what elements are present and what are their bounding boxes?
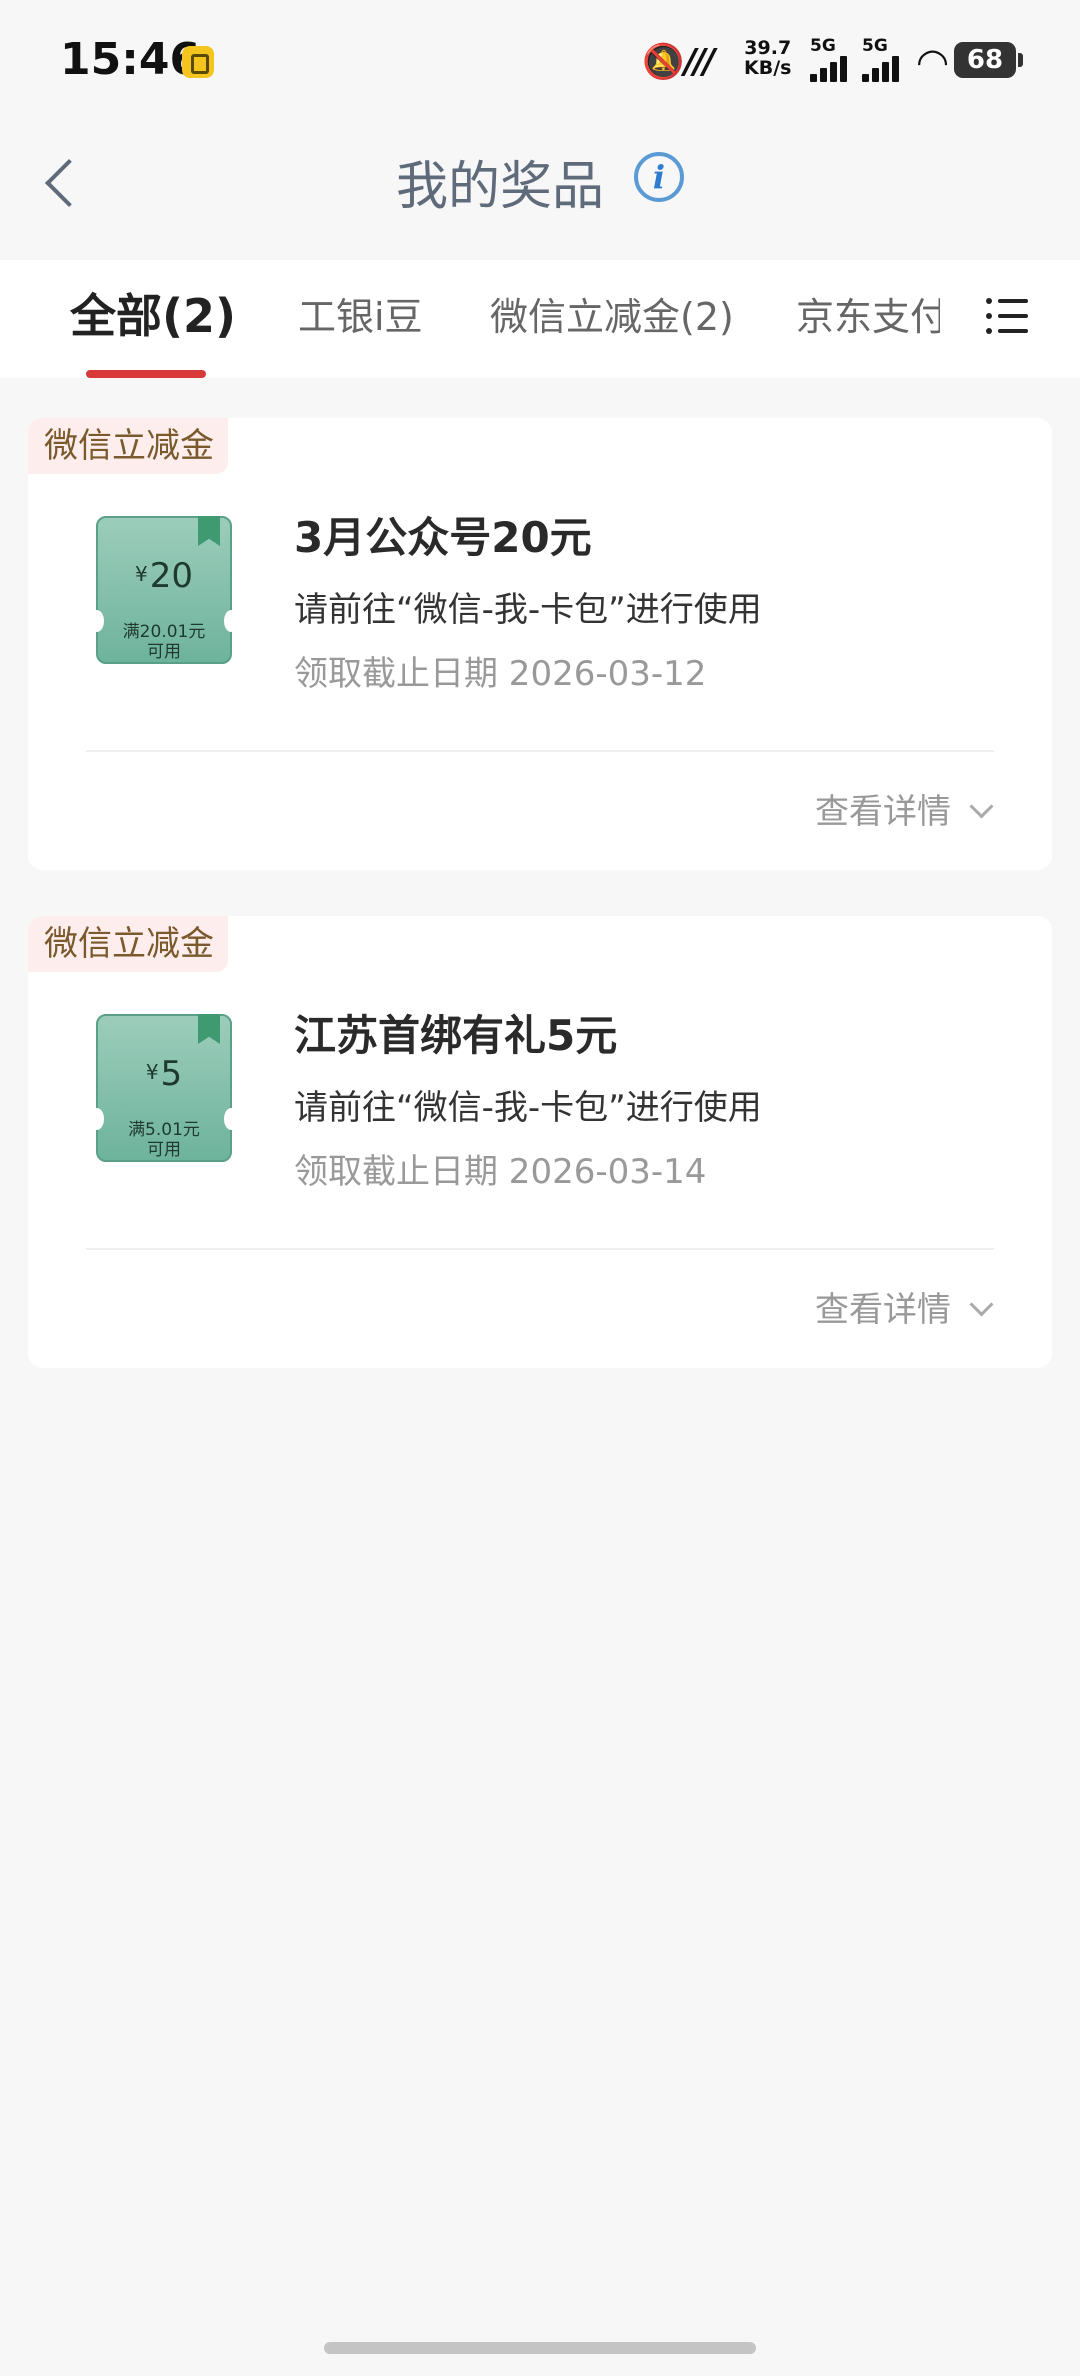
view-details-button[interactable]: 查看详情: [815, 1282, 994, 1331]
view-details-button[interactable]: 查看详情: [815, 784, 994, 833]
coupon-currency: ¥: [145, 1060, 159, 1084]
prize-type-tag: 微信立减金: [28, 916, 228, 972]
status-time: 15:46: [60, 34, 201, 85]
bell-muted-icon: 🔕: [642, 42, 685, 82]
prize-card: 微信立减金 ¥5 满5.01元 可用 江苏首绑有礼5元 请前往“微信-我-卡包”进…: [28, 916, 1052, 1368]
view-details-label: 查看详情: [815, 792, 951, 832]
divider: [86, 1248, 994, 1250]
prize-title: 3月公众号20元: [294, 513, 592, 562]
coupon-currency: ¥: [135, 562, 148, 586]
tab-icbc-beans[interactable]: 工银i豆: [298, 286, 423, 341]
hd-icon: ///: [684, 42, 715, 82]
coupon-icon: ¥20 满20.01元 可用: [90, 516, 238, 664]
divider: [86, 750, 994, 752]
signal-1-label: 5G: [810, 36, 836, 56]
coupon-condition-line1: 满5.01元: [128, 1120, 200, 1140]
coupon-condition-line2: 可用: [147, 642, 181, 662]
info-icon[interactable]: i: [634, 152, 684, 202]
category-tabs: 全部(2) 工银i豆 微信立减金(2) 京东支付: [0, 260, 1080, 378]
active-tab-indicator: [86, 370, 206, 378]
app-header: 我的奖品 i: [0, 110, 1080, 260]
coupon-condition-line1: 满20.01元: [122, 622, 206, 642]
chevron-down-icon: [969, 1292, 994, 1317]
battery-icon: 68: [954, 42, 1023, 78]
ribbon-icon: [198, 1014, 220, 1044]
coupon-amount: ¥20: [98, 556, 230, 596]
ribbon-icon: [198, 516, 220, 546]
status-bar: 15:46 🔕 /// 39.7 KB/s 5G 5G ◠ 68: [0, 0, 1080, 110]
network-speed: 39.7 KB/s: [744, 38, 791, 78]
chevron-down-icon: [969, 794, 994, 819]
prize-description: 请前往“微信-我-卡包”进行使用: [294, 590, 762, 630]
tab-wechat-discount[interactable]: 微信立减金(2): [490, 286, 734, 341]
prize-deadline: 领取截止日期 2026-03-12: [294, 654, 707, 694]
coupon-amount-value: 5: [160, 1054, 183, 1094]
prize-card: 微信立减金 ¥20 满20.01元 可用 3月公众号20元 请前往“微信-我-卡包…: [28, 418, 1052, 870]
coupon-condition-line2: 可用: [147, 1140, 181, 1160]
signal-2-label: 5G: [862, 36, 888, 56]
prize-description: 请前往“微信-我-卡包”进行使用: [294, 1088, 762, 1128]
network-speed-value: 39.7: [744, 37, 792, 59]
home-indicator[interactable]: [324, 2342, 756, 2354]
coupon-icon: ¥5 满5.01元 可用: [90, 1014, 238, 1162]
tab-jd-pay[interactable]: 京东支付: [796, 286, 940, 341]
view-details-label: 查看详情: [815, 1290, 951, 1330]
tab-all[interactable]: 全部(2): [70, 280, 236, 346]
app-notification-icon: [182, 46, 214, 78]
page-title-wrap: 我的奖品 i: [0, 144, 1080, 219]
prize-deadline: 领取截止日期 2026-03-14: [294, 1152, 707, 1192]
prize-title: 江苏首绑有礼5元: [294, 1011, 618, 1060]
coupon-amount: ¥5: [98, 1054, 230, 1094]
wifi-icon: ◠: [916, 40, 950, 84]
coupon-condition: 满20.01元 可用: [98, 622, 230, 662]
page-title: 我的奖品: [395, 157, 604, 217]
coupon-condition: 满5.01元 可用: [98, 1120, 230, 1160]
menu-list-icon[interactable]: [986, 296, 1030, 336]
prize-type-tag: 微信立减金: [28, 418, 228, 474]
coupon-amount-value: 20: [149, 556, 193, 596]
network-speed-unit: KB/s: [744, 57, 792, 79]
